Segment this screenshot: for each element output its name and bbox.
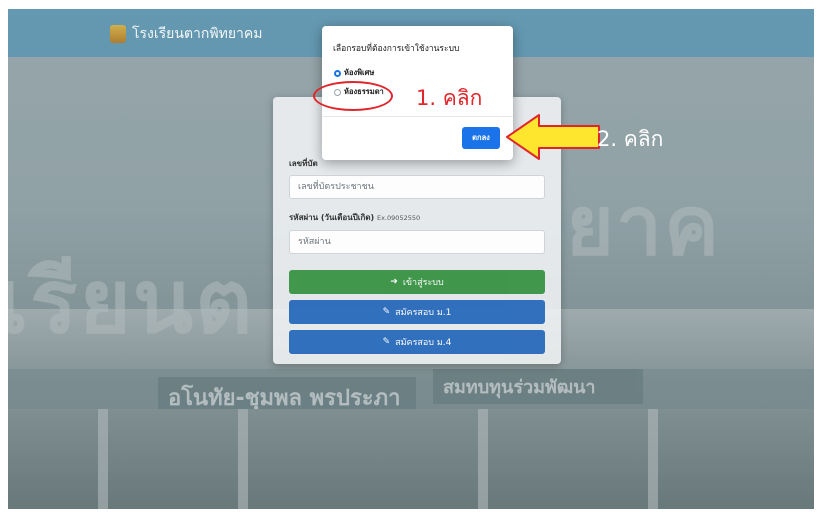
modal-footer-divider (322, 116, 513, 117)
password-label-text: รหัสผ่าน (วันเดือนปีเกิด) (289, 213, 375, 222)
password-hint: Ex.09052550 (377, 214, 421, 222)
screenshot-frame: เรียนต ยาค อโนทัย-ชุมพล พรประภา สมทบทุนร… (8, 9, 814, 509)
edit-icon: ✎ (382, 337, 391, 347)
apply-m1-label: สมัครสอบ ม.1 (395, 308, 452, 318)
modal-title: เลือกรอบที่ต้องการเข้าใช้งานระบบ (333, 44, 460, 54)
apply-m4-label: สมัครสอบ ม.4 (395, 338, 452, 348)
navbar-brand[interactable]: โรงเรียนตากพิทยาคม (110, 23, 263, 45)
edit-icon: ✎ (382, 307, 391, 317)
radio-option-special[interactable]: ห้องพิเศษ (334, 67, 374, 79)
login-button[interactable]: ➜ เข้าสู่ระบบ (289, 270, 545, 294)
annotation-arrow-icon (506, 114, 600, 160)
radio-checked-icon[interactable] (334, 69, 341, 77)
ok-button[interactable]: ตกลง (462, 127, 500, 149)
annotation-circle (313, 81, 393, 111)
brand-label: โรงเรียนตากพิทยาคม (132, 26, 263, 42)
password-label: รหัสผ่าน (วันเดือนปีเกิด) Ex.09052550 (289, 211, 420, 224)
radio-option-label: ห้องพิเศษ (344, 68, 375, 77)
id-number-label: เลขที่บัต (289, 159, 318, 168)
login-button-label: เข้าสู่ระบบ (402, 278, 444, 288)
password-input[interactable]: รหัสผ่าน (289, 230, 545, 254)
annotation-step1-text: 1. คลิก (416, 86, 483, 110)
annotation-step2-text: 2. คลิก (597, 127, 664, 151)
apply-m4-button[interactable]: ✎ สมัครสอบ ม.4 (289, 330, 545, 354)
school-logo-icon (110, 25, 126, 43)
apply-m1-button[interactable]: ✎ สมัครสอบ ม.1 (289, 300, 545, 324)
sign-in-icon: ➜ (390, 277, 398, 287)
id-number-input[interactable]: เลขที่บัตรประชาชน (289, 175, 545, 199)
